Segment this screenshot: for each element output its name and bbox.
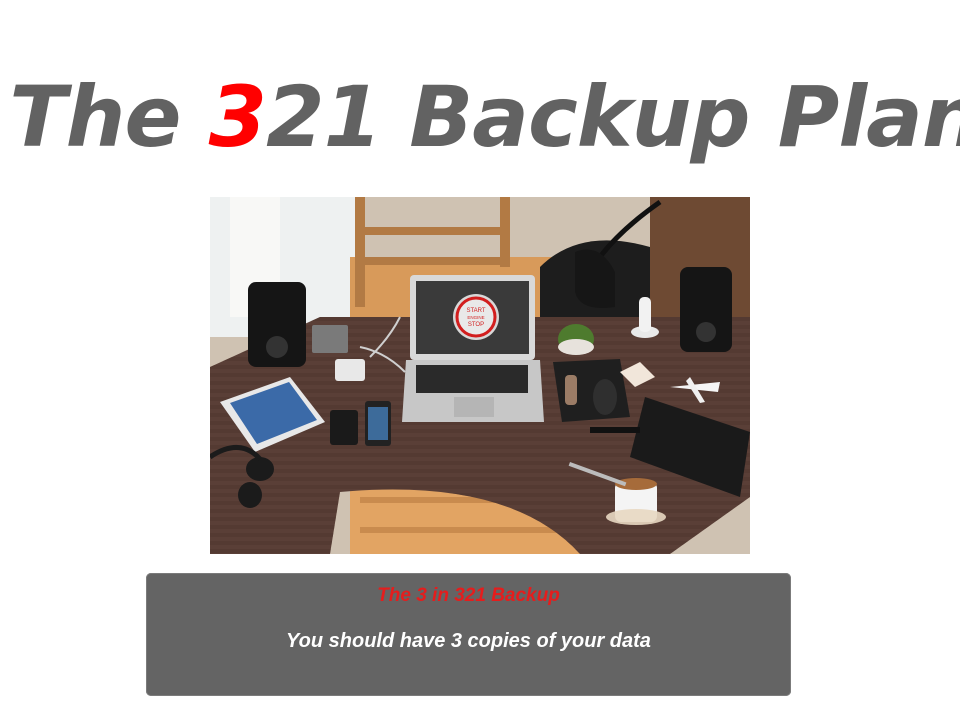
stop-label: STOP xyxy=(468,322,484,328)
caption-box: The 3 in 321 Backup You should have 3 co… xyxy=(146,573,791,696)
title-prefix: The xyxy=(9,68,209,166)
start-label: START xyxy=(466,308,485,314)
engine-label: ENGINE xyxy=(467,315,484,320)
title-accent-number: 3 xyxy=(208,68,267,166)
slide-title: The 321 Backup Plan xyxy=(0,62,960,172)
caption-heading: The 3 in 321 Backup xyxy=(377,585,560,606)
title-suffix: 21 Backup Plan xyxy=(266,68,960,166)
caption-text: You should have 3 copies of your data xyxy=(286,630,651,652)
desk-photo: START ENGINE STOP xyxy=(210,197,750,554)
